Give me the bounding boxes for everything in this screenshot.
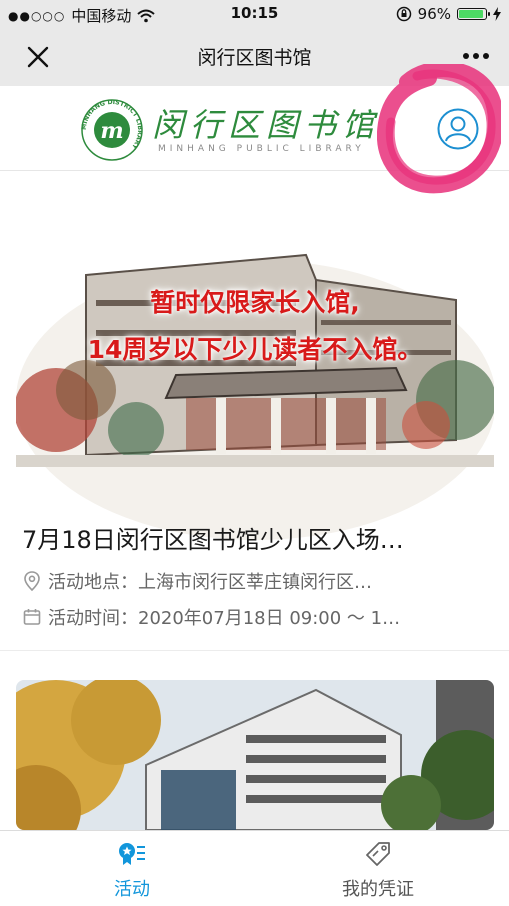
battery-icon [457, 8, 490, 20]
charging-icon [493, 7, 501, 21]
more-icon[interactable] [461, 46, 491, 66]
calendar-icon [23, 609, 41, 625]
library-exterior-image [16, 680, 494, 830]
logo-letter: m [100, 118, 123, 144]
user-profile-icon[interactable] [437, 108, 479, 150]
battery-percent: 96% [417, 5, 451, 23]
activity-time: 活动时间：2020年07月18日 09:00 ～ 1… [22, 604, 482, 630]
location-pin-icon [24, 571, 40, 592]
brand-name-cn: 闵行区图书馆 [152, 106, 381, 144]
tab-activities[interactable]: 活动 [72, 841, 192, 901]
activity-icon [119, 843, 145, 865]
ticket-icon [366, 842, 390, 866]
orientation-lock-icon [396, 6, 411, 22]
tab-my-vouchers-label: 我的凭证 [342, 879, 414, 900]
bottom-tab-bar: 活动 我的凭证 [0, 830, 509, 906]
activity-time-text: 活动时间：2020年07月18日 09:00 ～ 1… [48, 608, 401, 629]
brand-header: MINHANG DISTRICT LIBRARY m 闵行区图书馆 MINHAN… [0, 64, 509, 194]
activity-location-text: 活动地点：上海市闵行区莘庄镇闵行区… [48, 572, 372, 593]
activity-location: 活动地点：上海市闵行区莘庄镇闵行区… [22, 568, 482, 594]
banner-line-1: 暂时仅限家长入馆, [150, 288, 360, 317]
tab-my-vouchers[interactable]: 我的凭证 [318, 841, 438, 901]
status-bar: ●●○○○ 中国移动 10:15 96% [0, 0, 509, 28]
banner-line-2: 14周岁以下少儿读者不入馆。 [87, 335, 423, 364]
status-right: 96% [396, 5, 501, 23]
activity-card-2[interactable] [0, 680, 509, 830]
brand-name-en: MINHANG PUBLIC LIBRARY [158, 144, 365, 154]
activity-card[interactable]: 暂时仅限家长入馆, 14周岁以下少儿读者不入馆。 7月18日闵行区图书馆少儿区入… [0, 170, 509, 651]
library-logo: MINHANG DISTRICT LIBRARY m [81, 99, 143, 161]
activity-title[interactable]: 7月18日闵行区图书馆少儿区入场… [22, 520, 482, 555]
tab-activities-label: 活动 [114, 879, 150, 900]
